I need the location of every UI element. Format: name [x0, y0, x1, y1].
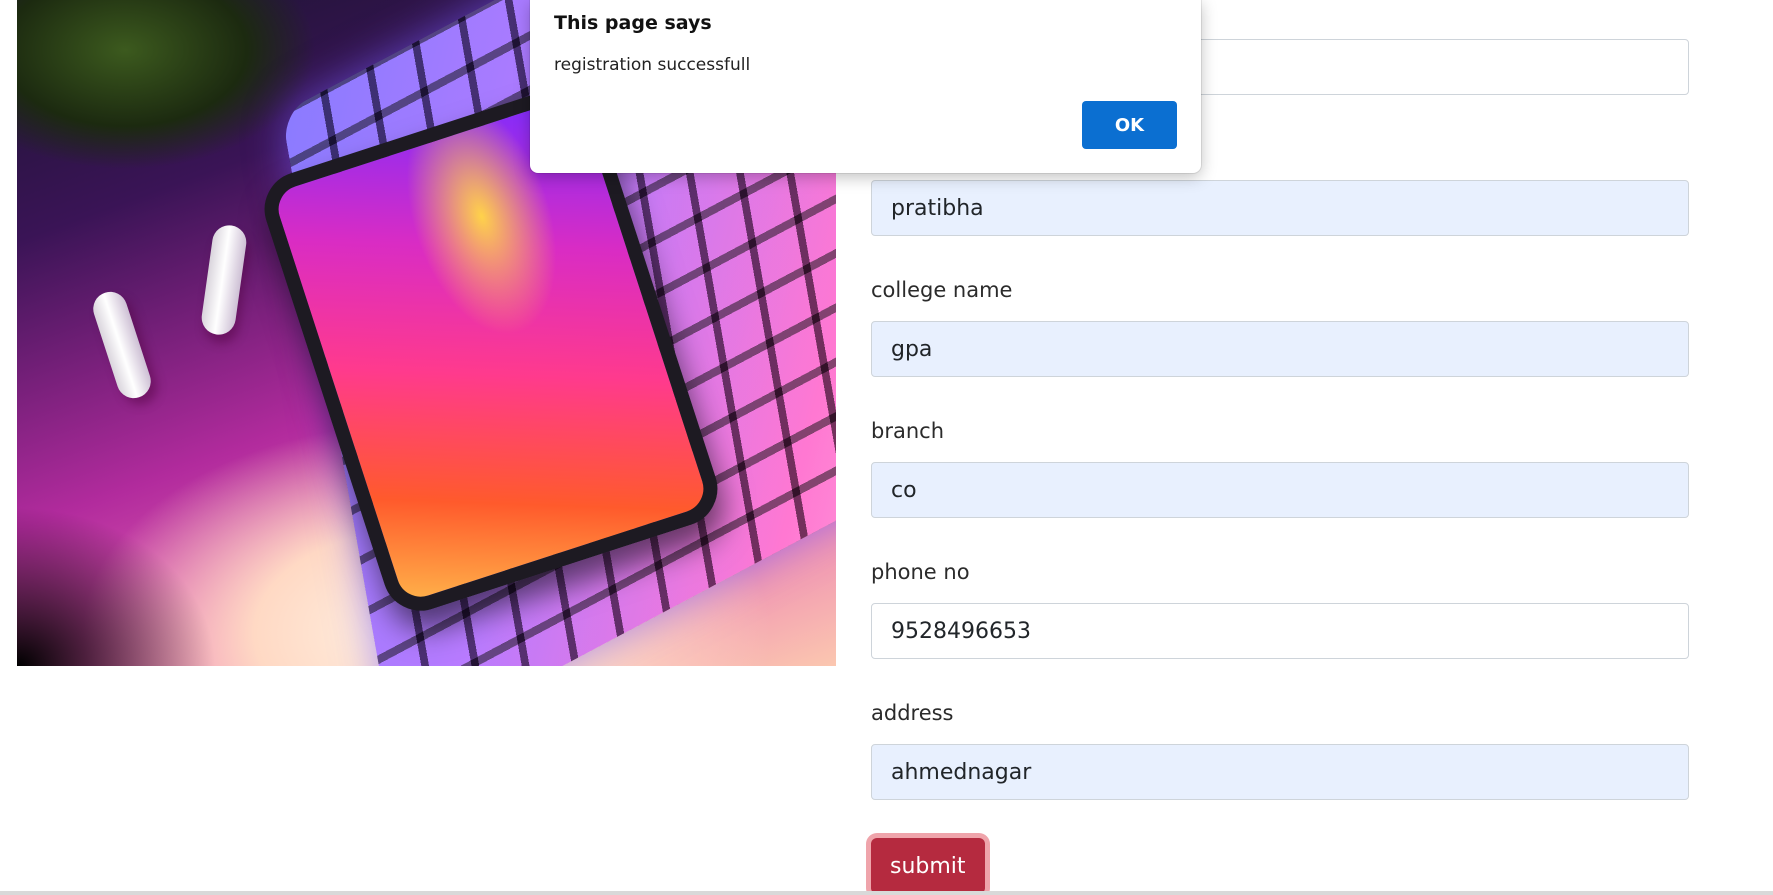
ok-button[interactable]: OK: [1082, 101, 1177, 149]
alert-dialog: This page says registration successfull …: [530, 0, 1201, 173]
dialog-message: registration successfull: [554, 55, 751, 75]
address-label: address: [871, 701, 954, 725]
submit-button[interactable]: submit: [871, 838, 985, 894]
college-name-input[interactable]: [871, 321, 1689, 377]
name-input[interactable]: [871, 180, 1689, 236]
corner-shadow: [17, 506, 217, 666]
earbud-left: [88, 287, 156, 403]
phone-no-input[interactable]: [871, 603, 1689, 659]
address-input[interactable]: [871, 744, 1689, 800]
phone-no-label: phone no: [871, 560, 970, 584]
plant-leaves: [17, 0, 317, 170]
branch-label: branch: [871, 419, 944, 443]
branch-input[interactable]: [871, 462, 1689, 518]
earbud-right: [199, 223, 249, 337]
page-bottom-border: [0, 891, 1773, 895]
dialog-title: This page says: [554, 12, 712, 34]
college-name-label: college name: [871, 278, 1013, 302]
